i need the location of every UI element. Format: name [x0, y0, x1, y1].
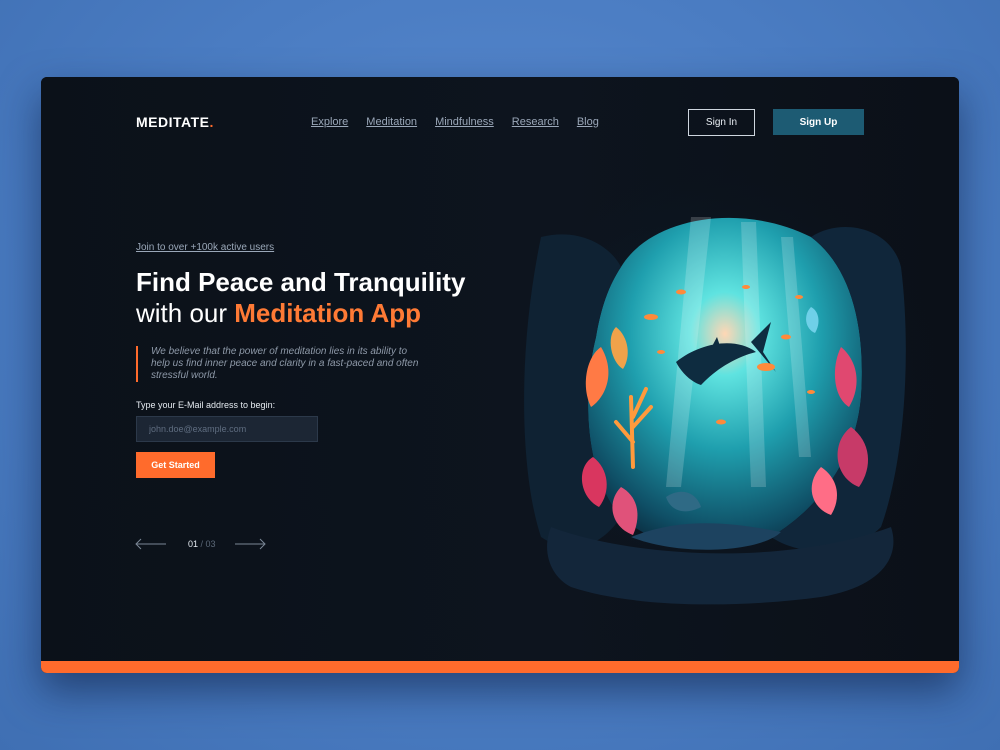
nav-link-explore[interactable]: Explore [311, 116, 348, 128]
email-label: Type your E-Mail address to begin: [136, 400, 276, 410]
nav-link-mindfulness[interactable]: Mindfulness [435, 116, 494, 128]
hero-title-line1: Find Peace and Tranquility [136, 267, 466, 297]
brand-dot: . [209, 114, 214, 130]
email-input[interactable] [136, 416, 318, 442]
main-nav: Explore Meditation Mindfulness Research … [311, 116, 599, 128]
sign-up-button[interactable]: Sign Up [773, 109, 864, 135]
get-started-button[interactable]: Get Started [136, 452, 215, 478]
slide-pager: 01 / 03 [134, 536, 269, 552]
brand-logo[interactable]: MEDITATE. [136, 114, 214, 130]
join-users-link[interactable]: Join to over +100k active users [136, 242, 274, 253]
hero-title: Find Peace and Tranquility with our Medi… [136, 267, 465, 329]
nav-link-blog[interactable]: Blog [577, 116, 599, 128]
slide-counter: 01 / 03 [188, 539, 216, 549]
slide-separator: / [198, 539, 206, 549]
hero-title-accent: Meditation App [234, 298, 422, 328]
hero-quote: We believe that the power of meditation … [136, 346, 426, 382]
landing-page-window: MEDITATE. Explore Meditation Mindfulness… [41, 77, 959, 673]
arrow-right-icon[interactable] [233, 536, 267, 552]
nav-link-meditation[interactable]: Meditation [366, 116, 417, 128]
underwater-cave-illustration [481, 157, 941, 617]
sign-in-button[interactable]: Sign In [688, 109, 755, 136]
bottom-accent-bar [41, 661, 959, 673]
arrow-left-icon[interactable] [134, 536, 168, 552]
hero-title-line2-prefix: with our [136, 298, 235, 328]
brand-name: MEDITATE [136, 114, 210, 130]
nav-link-research[interactable]: Research [512, 116, 559, 128]
slide-total: 03 [205, 539, 216, 549]
slide-current: 01 [188, 539, 199, 549]
